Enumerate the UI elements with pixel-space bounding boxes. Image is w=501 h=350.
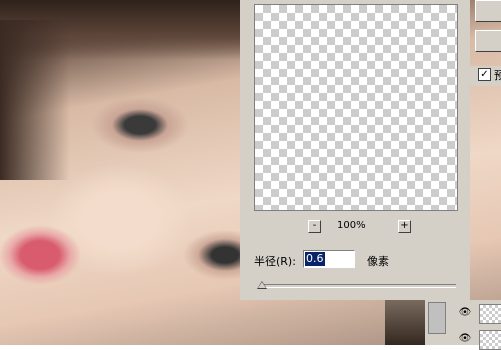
eye-icon[interactable]: 👁 <box>457 332 473 346</box>
zoom-value: 100% <box>337 220 366 231</box>
photo-edge-strip <box>385 300 425 345</box>
radius-label: 半径(R): <box>254 255 296 268</box>
gaussian-blur-dialog: - 100% + 半径(R): 0.6 像素 <box>240 0 470 300</box>
layer-thumbnail[interactable] <box>479 304 501 324</box>
preview-checkbox-label: 预 <box>494 69 501 82</box>
radius-input[interactable]: 0.6 <box>303 250 355 268</box>
preview-checkbox-row[interactable]: ✓ 预 <box>470 66 501 86</box>
radius-value: 0.6 <box>305 252 325 266</box>
layer-thumbnail[interactable] <box>479 330 501 350</box>
cancel-button[interactable] <box>475 30 501 52</box>
preview-area[interactable] <box>254 4 458 211</box>
radius-slider-track[interactable] <box>260 284 456 288</box>
zoom-out-button[interactable]: - <box>308 220 321 233</box>
radius-unit-label: 像素 <box>367 255 389 268</box>
ok-button[interactable] <box>475 0 501 22</box>
zoom-in-button[interactable]: + <box>398 220 411 233</box>
preview-checkbox[interactable]: ✓ <box>478 68 491 81</box>
layers-panel: 👁 👁 <box>425 300 501 350</box>
hair-side-region <box>0 20 70 180</box>
layers-scrollbar[interactable] <box>428 302 446 334</box>
eye-icon[interactable]: 👁 <box>457 306 473 320</box>
radius-slider-thumb[interactable] <box>256 281 267 289</box>
